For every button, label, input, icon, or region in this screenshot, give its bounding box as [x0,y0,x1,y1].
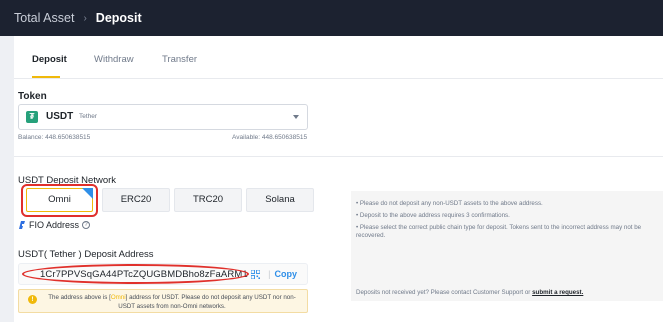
balance-text: Balance: 448.650638515 [18,134,91,141]
info-line: • Please select the correct public chain… [356,224,642,239]
tab-deposit[interactable]: Deposit [32,54,67,65]
copy-button[interactable]: Copy [275,269,298,279]
submit-request-link[interactable]: submit a request. [532,289,583,296]
fio-address-label: FIO Address [29,220,80,230]
info-line: • Deposit to the above address requires … [356,212,510,219]
breadcrumb-separator: › [83,12,87,24]
warning-highlight: Omni [110,294,126,301]
action-separator: | [268,269,271,279]
network-solana-button[interactable]: Solana [246,188,314,212]
support-text: Deposits not received yet? Please contac… [356,289,583,296]
warning-text: The address above is [Omni] address for … [41,293,303,311]
warning-icon: ! [28,295,37,304]
annotation-box [21,184,98,217]
annotation-oval [22,264,249,284]
deposit-card: Deposit Withdraw Transfer Token ₮ USDT T… [14,36,663,322]
tether-icon: ₮ [26,111,38,123]
tab-transfer[interactable]: Transfer [162,54,197,65]
top-bar: Total Asset › Deposit [0,0,663,36]
warning-suffix: ] address for USDT. Please do not deposi… [118,294,296,310]
active-tab-indicator [32,76,60,78]
qr-code-icon[interactable] [251,269,261,279]
fio-address-link[interactable]: FIO Address ? [18,220,91,230]
breadcrumb-total-asset[interactable]: Total Asset [14,11,74,25]
token-symbol: USDT [46,111,74,122]
fio-icon [19,221,25,229]
tab-bar: Deposit Withdraw Transfer [14,36,663,79]
network-solana-label: Solana [265,194,295,205]
network-trc20-button[interactable]: TRC20 [174,188,242,212]
breadcrumb-current: Deposit [95,11,142,25]
deposit-address-heading: USDT( Tether ) Deposit Address [18,249,154,260]
network-erc20-button[interactable]: ERC20 [102,188,170,212]
token-name: Tether [79,113,98,120]
section-divider [14,156,663,157]
network-erc20-label: ERC20 [120,194,152,205]
warning-prefix: The address above is [ [48,294,111,301]
address-actions: | Copy [251,269,297,279]
available-text: Available: 448.650638515 [232,134,308,141]
help-icon[interactable]: ? [82,221,91,229]
token-heading: Token [18,91,47,102]
warning-box: ! The address above is [Omni] address fo… [18,289,308,313]
token-select[interactable]: ₮ USDT Tether [18,104,308,130]
chevron-down-icon [293,115,299,119]
info-line: • Please do not deposit any non-USDT ass… [356,200,543,207]
tab-withdraw[interactable]: Withdraw [94,54,134,65]
network-trc20-label: TRC20 [192,194,224,205]
support-prefix: Deposits not received yet? Please contac… [356,289,531,296]
deposit-info-panel: • Please do not deposit any non-USDT ass… [351,191,663,301]
